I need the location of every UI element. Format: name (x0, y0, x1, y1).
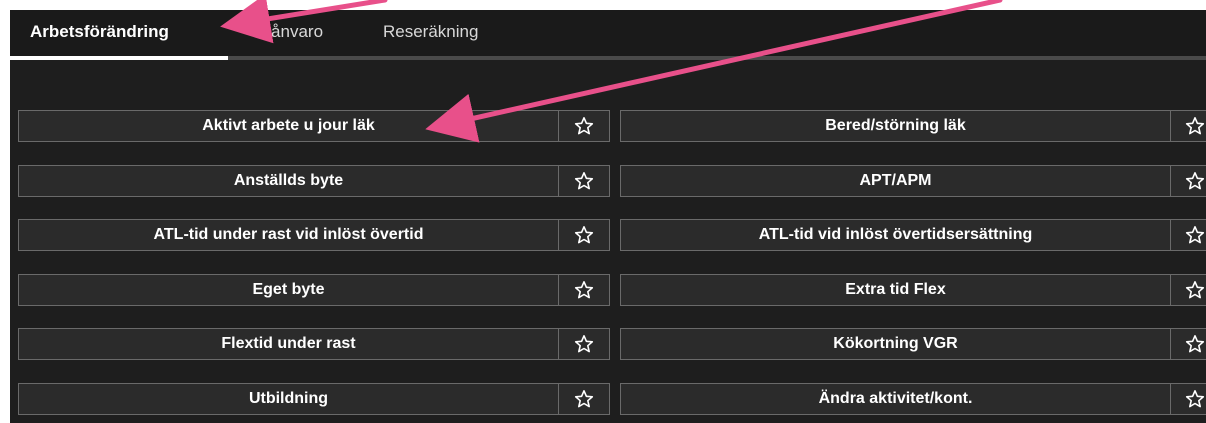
favorite-star-button[interactable] (558, 219, 610, 251)
tab-reserakning[interactable]: Reseräkning (383, 10, 478, 56)
item-button[interactable]: Utbildning (18, 383, 559, 415)
tab-bar: Arbetsförändring Frånvaro Reseräkning (10, 10, 1206, 56)
favorite-star-button[interactable] (558, 328, 610, 360)
item-button[interactable]: Ändra aktivitet/kont. (620, 383, 1171, 415)
favorite-star-button[interactable] (558, 274, 610, 306)
star-outline-icon (574, 281, 594, 299)
favorite-star-button[interactable] (1170, 328, 1206, 360)
item-row: Anställds byte APT/APM (10, 165, 1206, 197)
star-outline-icon (574, 172, 594, 190)
star-outline-icon (574, 117, 594, 135)
favorite-star-button[interactable] (1170, 383, 1206, 415)
item-button[interactable]: Flextid under rast (18, 328, 559, 360)
item-row: Aktivt arbete u jour läk Bered/störning l… (10, 110, 1206, 142)
item-button[interactable]: Eget byte (18, 274, 559, 306)
item-row: Eget byte Extra tid Flex (10, 274, 1206, 306)
favorite-star-button[interactable] (1170, 274, 1206, 306)
favorite-star-button[interactable] (1170, 110, 1206, 142)
tab-arbetsforandring[interactable]: Arbetsförändring (30, 10, 169, 56)
item-button[interactable]: ATL-tid vid inlöst övertidsersättning (620, 219, 1171, 251)
star-outline-icon (574, 390, 594, 408)
item-button[interactable]: Extra tid Flex (620, 274, 1171, 306)
star-outline-icon (1185, 281, 1205, 299)
item-row: Flextid under rast Kökortning VGR (10, 328, 1206, 360)
favorite-star-button[interactable] (558, 110, 610, 142)
star-outline-icon (1185, 226, 1205, 244)
active-tab-indicator (10, 56, 228, 60)
item-button[interactable]: APT/APM (620, 165, 1171, 197)
star-outline-icon (1185, 172, 1205, 190)
item-button[interactable]: Aktivt arbete u jour läk (18, 110, 559, 142)
item-button[interactable]: Anställds byte (18, 165, 559, 197)
item-button[interactable]: Bered/störning läk (620, 110, 1171, 142)
favorite-star-button[interactable] (1170, 219, 1206, 251)
star-outline-icon (574, 226, 594, 244)
favorite-star-button[interactable] (558, 165, 610, 197)
item-row: Utbildning Ändra aktivitet/kont. (10, 383, 1206, 415)
star-outline-icon (1185, 117, 1205, 135)
star-outline-icon (1185, 390, 1205, 408)
item-button[interactable]: Kökortning VGR (620, 328, 1171, 360)
star-outline-icon (574, 335, 594, 353)
tab-franvaro[interactable]: Frånvaro (255, 10, 323, 56)
app-window: Arbetsförändring Frånvaro Reseräkning Ak… (10, 10, 1206, 423)
favorite-star-button[interactable] (1170, 165, 1206, 197)
favorite-star-button[interactable] (558, 383, 610, 415)
item-row: ATL-tid under rast vid inlöst övertid ATL… (10, 219, 1206, 251)
item-button[interactable]: ATL-tid under rast vid inlöst övertid (18, 219, 559, 251)
star-outline-icon (1185, 335, 1205, 353)
